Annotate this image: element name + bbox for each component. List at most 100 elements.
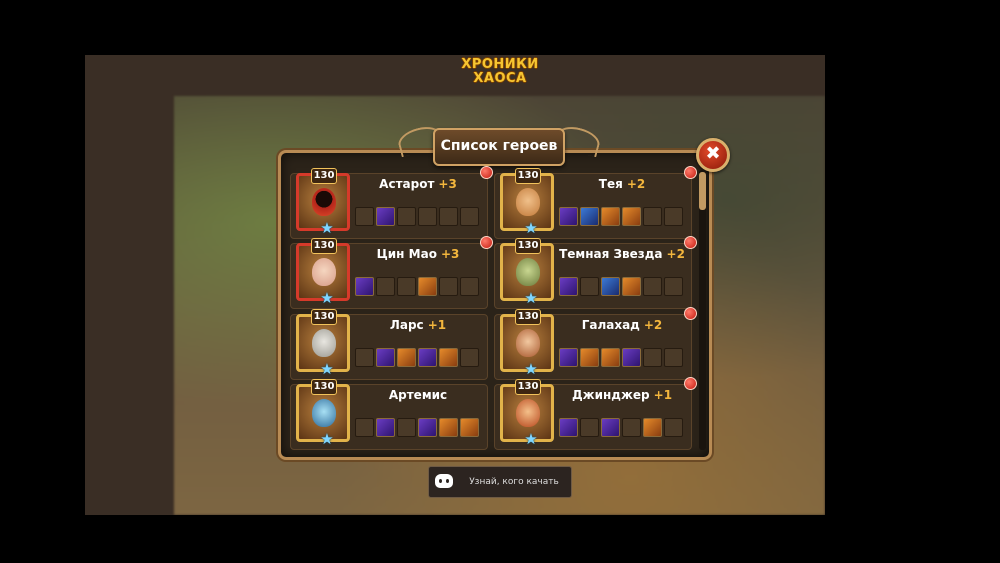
skin-slot-empty[interactable] xyxy=(664,207,683,226)
skin-slot-empty[interactable] xyxy=(664,277,683,296)
promotion-label: +3 xyxy=(440,247,460,261)
hero-card-artemis[interactable]: ★ 130 Артемис xyxy=(290,379,488,450)
dialog-title: Список героев xyxy=(433,128,565,166)
scrollbar[interactable] xyxy=(699,170,706,450)
skin-slot-empty[interactable] xyxy=(460,348,479,367)
hero-card-ginger[interactable]: ★ 130 Джинджер +1 xyxy=(494,377,697,450)
close-button[interactable]: ✖ xyxy=(696,138,730,172)
hero-card-dark-star[interactable]: ★ 130 Темная Звезда +2 xyxy=(494,236,697,309)
skin-slot[interactable] xyxy=(580,348,599,367)
promotion-label: +2 xyxy=(643,318,663,332)
notification-dot xyxy=(684,236,697,249)
discord-button[interactable]: Узнай, кого качать xyxy=(428,466,572,498)
promotion-label: +3 xyxy=(438,177,457,191)
skin-slot-empty[interactable] xyxy=(460,207,479,226)
star-icon: ★ xyxy=(320,219,334,237)
hero-card-tea[interactable]: ★ 130 Тея +2 xyxy=(494,166,697,239)
skin-slot[interactable] xyxy=(376,348,395,367)
skin-slot-empty[interactable] xyxy=(580,418,599,437)
level-badge: 130 xyxy=(311,379,337,395)
skin-slot-empty[interactable] xyxy=(460,277,479,296)
promotion-label: +1 xyxy=(653,388,673,402)
skin-slots xyxy=(559,277,683,296)
skin-slot[interactable] xyxy=(376,207,395,226)
notification-dot xyxy=(684,166,697,179)
skin-slot[interactable] xyxy=(418,348,437,367)
skin-slot-empty[interactable] xyxy=(439,277,458,296)
skin-slot[interactable] xyxy=(643,418,662,437)
hero-name-label: Джинджер +1 xyxy=(571,388,673,402)
notification-dot xyxy=(684,307,697,320)
level-badge: 130 xyxy=(311,168,337,184)
level-badge: 130 xyxy=(515,379,541,395)
hero-card-lars[interactable]: ★ 130 Ларс +1 xyxy=(290,309,488,380)
notification-dot xyxy=(684,377,697,390)
level-badge: 130 xyxy=(515,309,541,325)
skin-slot-empty[interactable] xyxy=(664,348,683,367)
skin-slot[interactable] xyxy=(559,277,578,296)
skin-slot[interactable] xyxy=(559,348,578,367)
skin-slot-empty[interactable] xyxy=(643,277,662,296)
level-badge: 130 xyxy=(515,168,541,184)
skin-slot[interactable] xyxy=(559,207,578,226)
skin-slot[interactable] xyxy=(622,277,641,296)
skin-slots xyxy=(355,207,479,226)
hero-card-astaroth[interactable]: ★ 130 Астарот +3 xyxy=(290,166,493,239)
skin-slots xyxy=(559,418,683,437)
skin-slot[interactable] xyxy=(622,348,641,367)
skin-slot[interactable] xyxy=(397,348,416,367)
skin-slot[interactable] xyxy=(376,418,395,437)
skin-slot[interactable] xyxy=(580,207,599,226)
star-icon: ★ xyxy=(524,430,538,448)
skin-slot[interactable] xyxy=(601,418,620,437)
skin-slot[interactable] xyxy=(601,348,620,367)
skin-slot-empty[interactable] xyxy=(397,418,416,437)
skin-slot[interactable] xyxy=(601,277,620,296)
skin-slot[interactable] xyxy=(622,207,641,226)
hero-card-qing-mao[interactable]: ★ 130 Цин Мао +3 xyxy=(290,236,493,309)
level-badge: 130 xyxy=(515,238,541,254)
skin-slot-empty[interactable] xyxy=(643,348,662,367)
skin-slot-empty[interactable] xyxy=(622,418,641,437)
skin-slot-empty[interactable] xyxy=(355,418,374,437)
star-icon: ★ xyxy=(524,360,538,378)
hero-name-label: Галахад +2 xyxy=(581,318,663,332)
skin-slot[interactable] xyxy=(460,418,479,437)
star-icon: ★ xyxy=(320,360,334,378)
scroll-thumb[interactable] xyxy=(699,172,706,210)
skin-slots xyxy=(355,277,479,296)
skin-slots xyxy=(355,418,479,437)
discord-icon xyxy=(435,474,453,488)
promotion-label: +2 xyxy=(626,177,646,191)
skin-slot-empty[interactable] xyxy=(418,207,437,226)
discord-button-label: Узнай, кого качать xyxy=(469,477,559,487)
promotion-label: +2 xyxy=(666,247,685,261)
close-icon: ✖ xyxy=(705,143,721,164)
notification-dot xyxy=(480,166,493,179)
skin-slot-empty[interactable] xyxy=(355,348,374,367)
skin-slot-empty[interactable] xyxy=(643,207,662,226)
skin-slot[interactable] xyxy=(418,418,437,437)
skin-slot-empty[interactable] xyxy=(376,277,395,296)
hero-name-label: Тея +2 xyxy=(598,177,646,191)
skin-slot[interactable] xyxy=(559,418,578,437)
level-badge: 130 xyxy=(311,309,337,325)
level-badge: 130 xyxy=(311,238,337,254)
logo-line-2: ХАОСА xyxy=(473,71,527,86)
skin-slot[interactable] xyxy=(355,277,374,296)
skin-slot-empty[interactable] xyxy=(439,207,458,226)
skin-slot-empty[interactable] xyxy=(664,418,683,437)
skin-slot[interactable] xyxy=(418,277,437,296)
skin-slot-empty[interactable] xyxy=(580,277,599,296)
skin-slot[interactable] xyxy=(439,348,458,367)
skin-slot-empty[interactable] xyxy=(397,277,416,296)
skin-slot-empty[interactable] xyxy=(355,207,374,226)
star-icon: ★ xyxy=(320,430,334,448)
hero-name-label: Артемис xyxy=(388,388,448,402)
skin-slot[interactable] xyxy=(601,207,620,226)
skin-slot[interactable] xyxy=(439,418,458,437)
hero-card-galahad[interactable]: ★ 130 Галахад +2 xyxy=(494,307,697,380)
hero-name-label: Астарот +3 xyxy=(379,177,457,191)
skin-slot-empty[interactable] xyxy=(397,207,416,226)
skin-slots xyxy=(559,348,683,367)
